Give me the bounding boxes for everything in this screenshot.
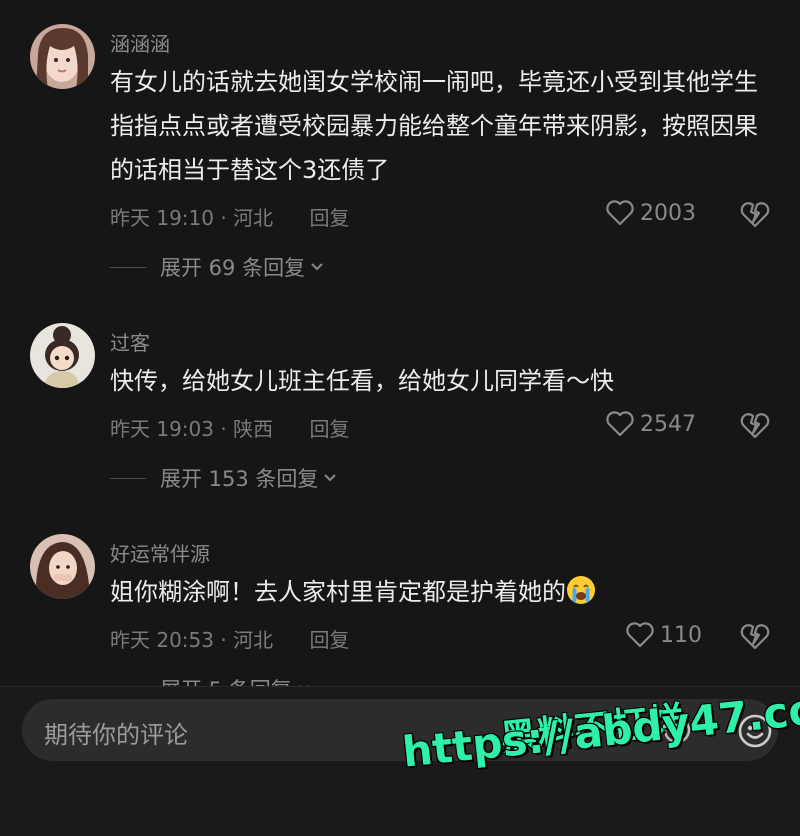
heart-icon <box>626 622 654 648</box>
expand-replies-button[interactable]: 展开 69 条回复 <box>110 252 325 282</box>
reply-button[interactable]: 回复 <box>309 206 349 230</box>
heart-icon <box>606 200 634 226</box>
divider <box>110 266 146 268</box>
expand-replies-label: 展开 153 条回复 <box>160 467 319 491</box>
comment-text-body: 姐你糊涂啊！去人家村里肯定都是护着她的 <box>110 578 566 606</box>
comment-input-placeholder: 期待你的评论 <box>44 721 188 749</box>
comment-time-location: 昨天 19:10 · 河北 <box>110 206 274 230</box>
like-button[interactable]: 110 <box>626 622 702 648</box>
username[interactable]: 过客 <box>110 327 150 356</box>
like-count: 2547 <box>640 411 696 437</box>
expand-replies-label: 展开 69 条回复 <box>160 256 306 280</box>
comment-meta: 昨天 19:10 · 河北 回复 <box>110 202 349 231</box>
comment-meta: 昨天 19:03 · 陕西 回复 <box>110 413 349 442</box>
reply-button[interactable]: 回复 <box>309 417 349 441</box>
avatar[interactable] <box>30 534 95 599</box>
broken-heart-icon[interactable] <box>740 200 770 228</box>
chevron-down-icon <box>324 474 337 482</box>
comment-text: 姐你糊涂啊！去人家村里肯定都是护着她的 <box>110 570 770 614</box>
heart-icon <box>606 411 634 437</box>
crying-face-emoji-icon <box>567 576 595 604</box>
comment-time-location: 昨天 19:03 · 陕西 <box>110 417 274 441</box>
avatar[interactable] <box>30 24 95 89</box>
broken-heart-icon[interactable] <box>740 411 770 439</box>
username[interactable]: 涵涵涵 <box>110 28 170 57</box>
divider <box>110 477 146 479</box>
chevron-down-icon <box>311 263 323 271</box>
like-count: 110 <box>660 622 702 648</box>
avatar[interactable] <box>30 323 95 388</box>
like-count: 2003 <box>640 200 696 226</box>
comment-text: 快传，给她女儿班主任看，给她女儿同学看～快 <box>110 367 614 395</box>
like-button[interactable]: 2003 <box>606 200 696 226</box>
reply-button[interactable]: 回复 <box>309 628 349 652</box>
expand-replies-button[interactable]: 展开 153 条回复 <box>110 463 338 493</box>
broken-heart-icon[interactable] <box>740 622 770 650</box>
comment-time-location: 昨天 20:53 · 河北 <box>110 628 274 652</box>
comment-meta: 昨天 20:53 · 河北 回复 <box>110 624 349 653</box>
username[interactable]: 好运常伴源 <box>110 538 210 567</box>
like-button[interactable]: 2547 <box>606 411 696 437</box>
comment-text: 有女儿的话就去她闺女学校闹一闹吧，毕竟还小受到其他学生指指点点或者遭受校园暴力能… <box>110 68 758 184</box>
